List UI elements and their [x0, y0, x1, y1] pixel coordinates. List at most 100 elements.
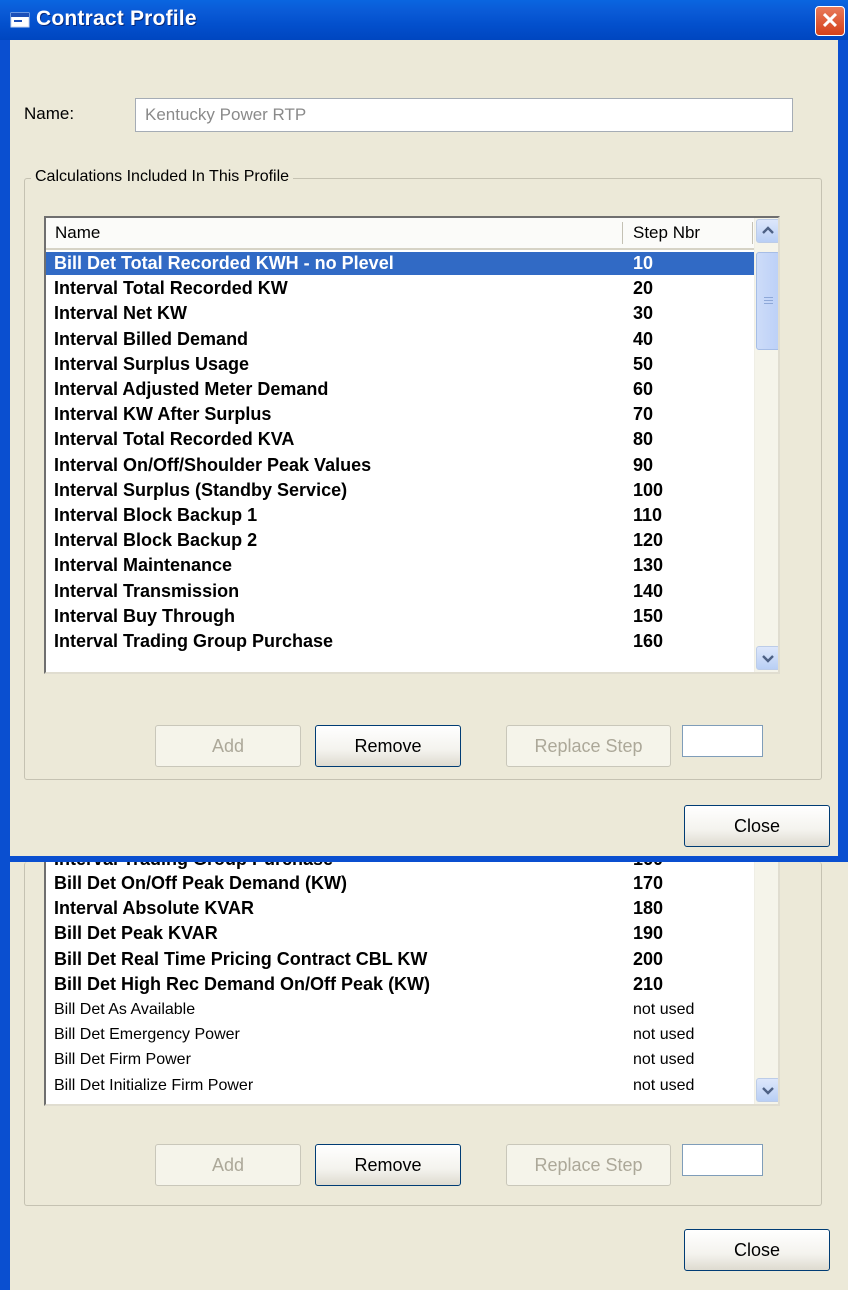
row-name: Interval Surplus Usage [54, 353, 250, 374]
row-step: 50 [633, 353, 654, 374]
chevron-down-icon[interactable] [756, 646, 778, 670]
list-item[interactable]: Interval Trading Group Purchase 160 [46, 862, 754, 871]
row-step: 80 [633, 429, 654, 450]
list-scrollbar[interactable] [754, 218, 778, 672]
list-item[interactable]: Interval Net KW 30 [46, 302, 754, 325]
calculations-list[interactable]: Name Step Nbr Bill Det Total Recorded KW… [44, 216, 780, 674]
row-step: 100 [633, 479, 664, 500]
list-item[interactable]: Interval Surplus Usage 50 [46, 353, 754, 376]
list-item[interactable]: Interval Billed Demand 40 [46, 328, 754, 351]
row-name: Bill Det On/Off Peak Demand (KW) [54, 873, 348, 893]
window-frame-left [0, 40, 10, 862]
row-step: 180 [633, 898, 664, 919]
row-step: 190 [633, 923, 664, 944]
list-item[interactable]: Interval Maintenance 130 [46, 554, 754, 577]
list-item[interactable]: Bill Det Peak KVAR 190 [46, 922, 754, 945]
name-field[interactable]: Kentucky Power RTP [135, 98, 793, 132]
list-item[interactable]: Interval Buy Through 150 [46, 605, 754, 628]
list-item[interactable]: Interval Adjusted Meter Demand 60 [46, 378, 754, 401]
row-name: Interval Billed Demand [54, 328, 249, 349]
row-name: Interval Transmission [54, 580, 240, 601]
row-step: 140 [633, 580, 664, 601]
list-item[interactable]: Bill Det On/Off Peak Demand (KW) 170 [46, 872, 754, 895]
row-name: Interval Maintenance [54, 555, 233, 576]
scroll-thumb[interactable] [756, 252, 778, 350]
row-name: Bill Det Real Time Pricing Contract CBL … [54, 948, 428, 969]
row-step: 120 [633, 530, 664, 551]
row-step: not used [633, 1026, 695, 1044]
row-step: 10 [633, 253, 654, 273]
row-name: Interval Trading Group Purchase [54, 862, 333, 871]
calculations-list[interactable]: Interval Trading Group Purchase 160 Bill… [44, 862, 780, 1106]
row-step: 170 [633, 873, 664, 893]
row-step: not used [633, 1051, 695, 1069]
row-name: Interval Buy Through [54, 605, 236, 626]
list-item[interactable]: Interval Total Recorded KVA 80 [46, 428, 754, 451]
row-name: Interval Block Backup 1 [54, 505, 258, 525]
list-item-selected[interactable]: Bill Det Total Recorded KWH - no Plevel 1… [46, 252, 754, 275]
list-item[interactable]: Bill Det High Rec Demand On/Off Peak (KW… [46, 973, 754, 996]
title-bar[interactable]: Contract Profile ✕ [0, 0, 848, 40]
column-header-step[interactable]: Step Nbr [624, 218, 754, 248]
row-name: Bill Det As Available [54, 1001, 196, 1018]
list-item[interactable]: Interval Transmission 140 [46, 580, 754, 603]
row-name: Bill Det Total Recorded KWH - no Plevel [54, 253, 394, 273]
step-number-field[interactable] [682, 725, 763, 757]
list-item[interactable]: Interval KW After Surplus 70 [46, 403, 754, 426]
row-step: 30 [633, 303, 654, 324]
list-scrollbar[interactable] [754, 862, 778, 1104]
window-title: Contract Profile [36, 7, 197, 30]
window-icon [10, 12, 30, 28]
list-item[interactable]: Bill Det Emergency Power not used [46, 1023, 754, 1046]
row-name: Bill Det Initialize Firm Power [54, 1076, 254, 1094]
window-frame-right [838, 40, 848, 862]
list-item[interactable]: Interval On/Off/Shoulder Peak Values 90 [46, 454, 754, 477]
row-step: 40 [633, 328, 654, 349]
row-step: 110 [633, 505, 663, 525]
scrolled-window-part: Interval Trading Group Purchase 160 Bill… [0, 862, 848, 1290]
list-item[interactable]: Interval Trading Group Purchase 160 [46, 630, 754, 653]
replace-step-button[interactable]: Replace Step [506, 725, 671, 767]
row-name: Interval Absolute KVAR [54, 898, 255, 919]
row-step: 60 [633, 379, 654, 399]
close-button[interactable]: Close [684, 805, 830, 847]
list-item[interactable]: Bill Det As Available not used [46, 998, 754, 1021]
column-divider[interactable] [622, 222, 623, 244]
row-step: 90 [633, 454, 654, 475]
add-button[interactable]: Add [155, 725, 301, 767]
row-name: Interval Block Backup 2 [54, 530, 258, 551]
row-step: not used [633, 1001, 695, 1018]
list-item[interactable]: Interval Surplus (Standby Service) 100 [46, 479, 754, 502]
list-item[interactable]: Interval Block Backup 1 110 [46, 504, 754, 527]
window-frame-left [0, 862, 10, 1290]
chevron-up-icon[interactable] [756, 219, 778, 243]
name-label: Name: [24, 104, 75, 123]
step-number-field[interactable] [682, 1144, 763, 1176]
list-item[interactable]: Interval Block Backup 2 120 [46, 529, 754, 552]
list-item[interactable]: Bill Det Initialize Firm Power not used [46, 1074, 754, 1097]
row-step: 160 [633, 862, 663, 871]
list-item[interactable]: Interval Absolute KVAR 180 [46, 897, 754, 920]
column-divider[interactable] [752, 222, 753, 244]
remove-button[interactable]: Remove [315, 725, 461, 767]
row-name: Interval Surplus (Standby Service) [54, 479, 348, 500]
list-item[interactable]: Bill Det Real Time Pricing Contract CBL … [46, 948, 754, 971]
replace-step-button[interactable]: Replace Step [506, 1144, 671, 1186]
add-button[interactable]: Add [155, 1144, 301, 1186]
chevron-down-icon[interactable] [756, 1078, 778, 1102]
row-step: 150 [633, 605, 664, 626]
row-name: Interval Total Recorded KVA [54, 429, 295, 450]
remove-button[interactable]: Remove [315, 1144, 461, 1186]
row-name: Interval KW After Surplus [54, 404, 272, 425]
row-name: Interval Trading Group Purchase [54, 631, 334, 651]
row-step: not used [633, 1076, 695, 1094]
close-button[interactable]: Close [684, 1229, 830, 1271]
row-step: 200 [633, 948, 664, 969]
column-header-name[interactable]: Name [46, 218, 624, 248]
list-item[interactable]: Interval Total Recorded KW 20 [46, 277, 754, 300]
row-step: 210 [633, 973, 664, 994]
list-item[interactable]: Bill Det Firm Power not used [46, 1048, 754, 1071]
close-window-button[interactable]: ✕ [815, 6, 845, 36]
row-name: Interval Total Recorded KW [54, 278, 288, 299]
row-step: 20 [633, 278, 654, 299]
